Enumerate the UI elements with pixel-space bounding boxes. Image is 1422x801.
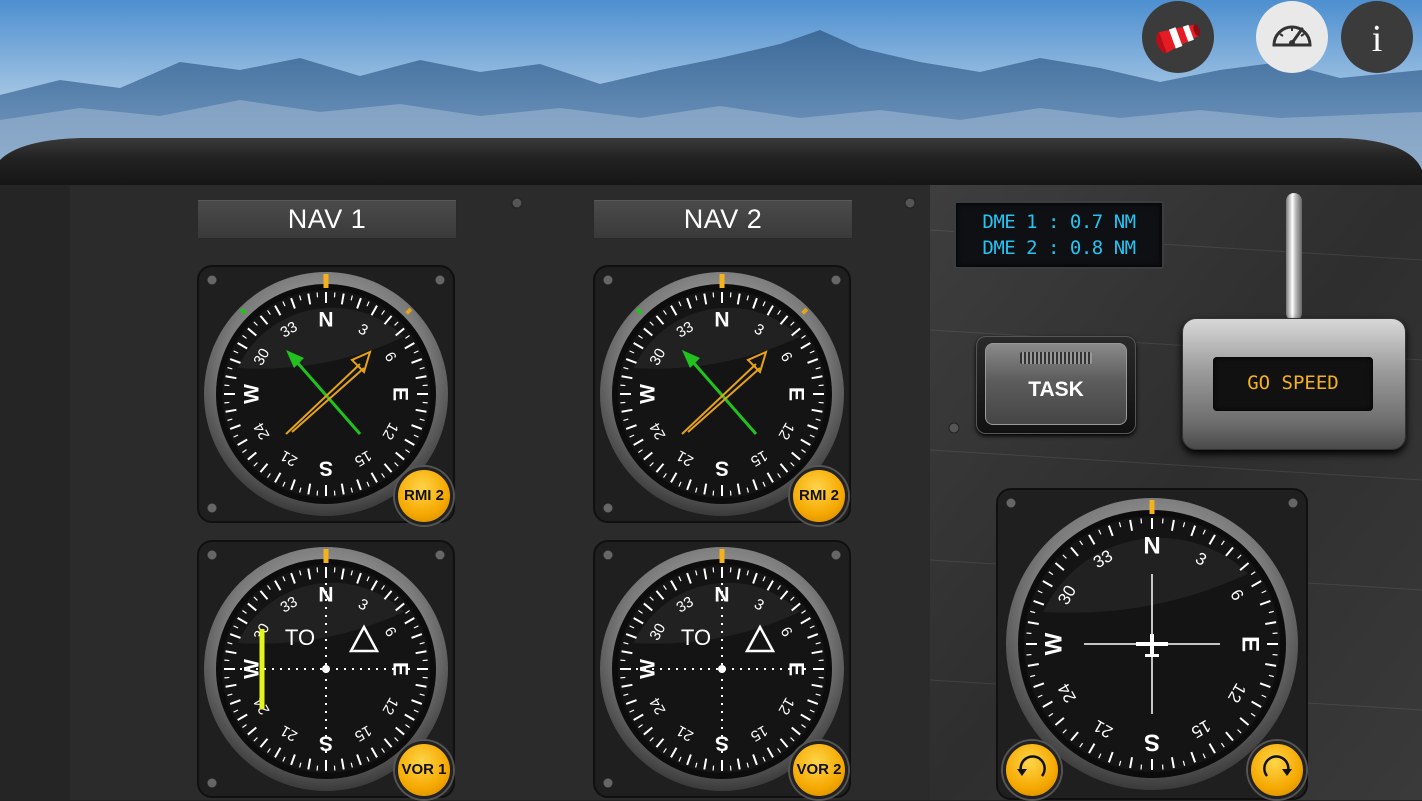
- vor1-center-dot: [322, 665, 330, 673]
- rmi1-lubber-line: [324, 274, 329, 288]
- speedometer-icon: [1256, 1, 1328, 73]
- speedometer-button[interactable]: [1256, 1, 1328, 73]
- nav2-header: NAV 2: [593, 199, 853, 239]
- hsi-lubber-line: [1150, 500, 1155, 514]
- vor1-screw: [435, 550, 445, 560]
- vor1-source-button[interactable]: VOR 1: [395, 741, 453, 799]
- rmi2-cardinal-E: E: [785, 387, 808, 401]
- rmi1-cardinal-E: E: [389, 387, 412, 401]
- rmi1-screw: [435, 275, 445, 285]
- turn-right-button[interactable]: [1248, 741, 1306, 799]
- vor1-cardinal-N: N: [318, 584, 333, 607]
- vor1-screw: [207, 550, 217, 560]
- rmi2-cardinal-N: N: [714, 309, 729, 332]
- vor2-screw: [603, 778, 613, 788]
- vor2-to-from-indicator: TO: [681, 625, 711, 650]
- rmi2-cardinal-S: S: [715, 457, 729, 480]
- rmi2-screw: [603, 503, 613, 513]
- rmi2-screw: [831, 275, 841, 285]
- turn-left-button[interactable]: [1003, 741, 1061, 799]
- rmi1-cardinal-N: N: [318, 309, 333, 332]
- hsi-cardinal-N: N: [1143, 533, 1160, 560]
- task-button-label: TASK: [986, 378, 1126, 402]
- rmi1-cardinal-S: S: [319, 457, 333, 480]
- rmi1-cardinal-W: W: [241, 384, 264, 404]
- vor1-lubber-line: [324, 549, 329, 563]
- hsi-screw: [1288, 498, 1298, 508]
- vor2-cardinal-N: N: [714, 584, 729, 607]
- vor2-lubber-line: [720, 549, 725, 563]
- rmi2-source-button[interactable]: RMI 2: [790, 467, 848, 525]
- task-button-grill: [1020, 352, 1092, 364]
- go-speed-lever[interactable]: GO SPEED: [1182, 318, 1406, 450]
- hsi-cardinal-S: S: [1144, 729, 1160, 756]
- dme-display: DME 1 : 0.7 NM DME 2 : 0.8 NM: [954, 201, 1164, 269]
- info-icon-glyph: i: [1372, 18, 1383, 60]
- dme1-readout: DME 1 : 0.7 NM: [956, 211, 1162, 233]
- hsi-cardinal-E: E: [1237, 636, 1264, 652]
- throttle-rod: [1286, 193, 1302, 321]
- rmi2-cardinal-W: W: [637, 384, 660, 404]
- hsi-cardinal-W: W: [1041, 632, 1068, 655]
- vor2-screw: [603, 550, 613, 560]
- dme2-readout: DME 2 : 0.8 NM: [956, 237, 1162, 259]
- windsock-icon: [1142, 1, 1214, 73]
- hsi-screw: [1006, 498, 1016, 508]
- rmi1-screw: [207, 503, 217, 513]
- go-speed-display: GO SPEED: [1213, 357, 1373, 411]
- vor2-screw: [831, 550, 841, 560]
- rmi1-source-button[interactable]: RMI 2: [395, 467, 453, 525]
- rmi2-lubber-line: [720, 274, 725, 288]
- task-button-face: TASK: [985, 343, 1127, 425]
- rmi2-screw: [603, 275, 613, 285]
- rotate-left-icon: [1006, 744, 1058, 796]
- vor1-to-from-indicator: TO: [285, 625, 315, 650]
- info-icon: i: [1341, 1, 1413, 73]
- vor2-cardinal-W: W: [637, 659, 660, 679]
- vor1-screw: [207, 778, 217, 788]
- rmi1-screw: [207, 275, 217, 285]
- task-button[interactable]: TASK: [976, 336, 1136, 434]
- nav1-header: NAV 1: [197, 199, 457, 239]
- go-speed-label: GO SPEED: [1213, 372, 1373, 394]
- windsock-button[interactable]: [1142, 1, 1214, 73]
- rotate-right-icon: [1251, 744, 1303, 796]
- info-button[interactable]: i: [1341, 1, 1413, 73]
- vor2-source-button[interactable]: VOR 2: [790, 741, 848, 799]
- vor2-center-dot: [718, 665, 726, 673]
